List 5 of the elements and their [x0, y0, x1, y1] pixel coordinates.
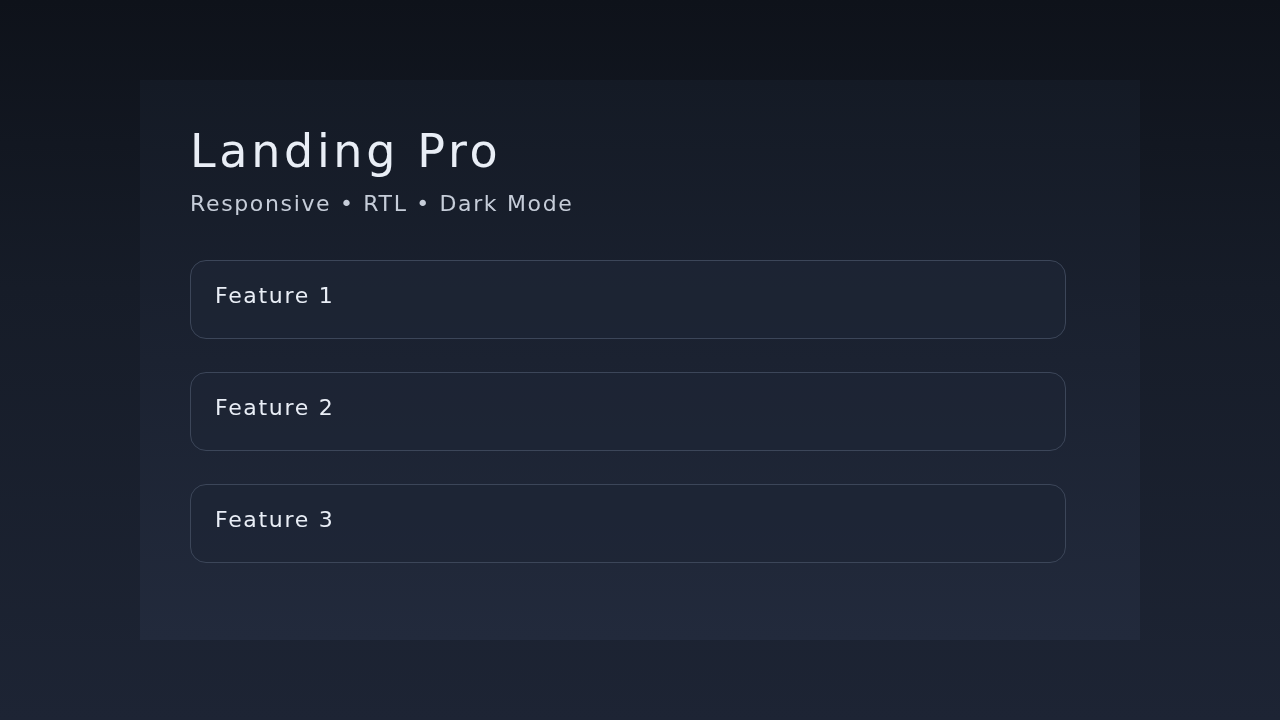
feature-card: Feature 3	[190, 484, 1066, 563]
feature-card: Feature 1	[190, 260, 1066, 339]
page-title: Landing Pro	[190, 124, 503, 178]
subtitle: Responsive • RTL • Dark Mode	[190, 190, 575, 218]
feature-card: Feature 2	[190, 372, 1066, 451]
